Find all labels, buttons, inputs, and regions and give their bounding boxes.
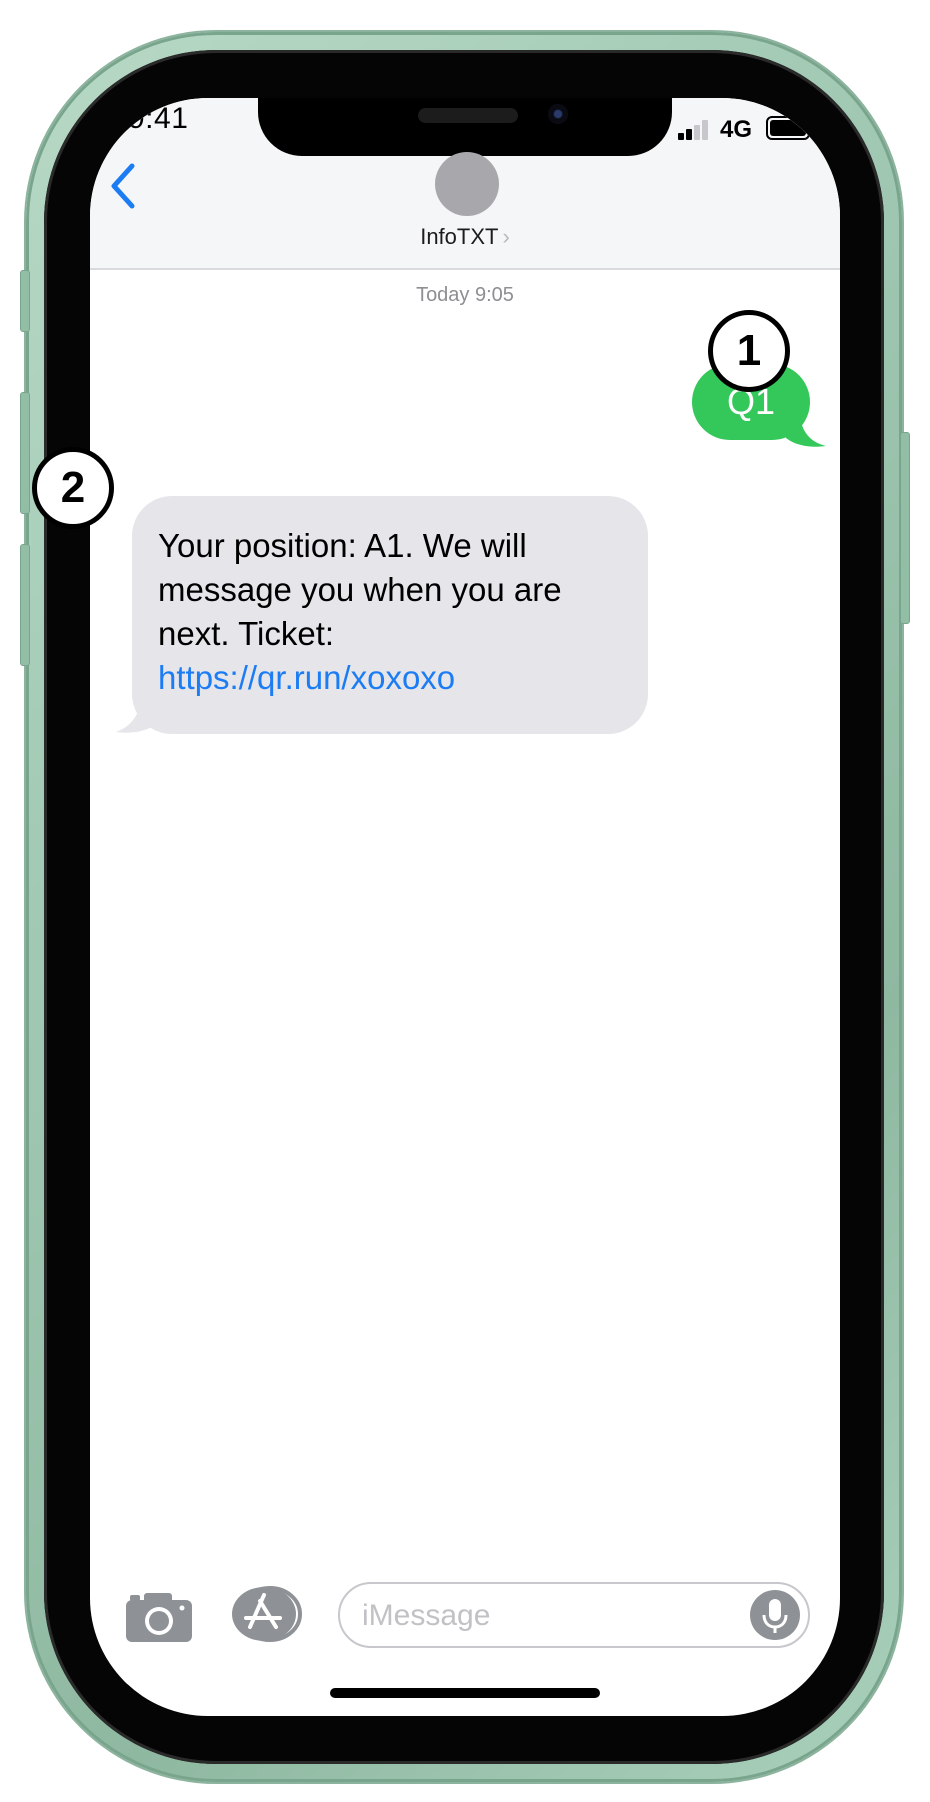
contact-name[interactable]: InfoTXT › [90,224,840,250]
camera-icon[interactable] [124,1590,194,1644]
incoming-message-bubble[interactable]: Your position: A1. We will message you w… [132,496,648,734]
callout-1: 1 [708,310,790,392]
volume-up-button [20,392,30,514]
network-type: 4G [720,116,753,143]
ticket-link[interactable]: https://qr.run/xoxoxo [158,656,622,700]
signal-icon [678,120,712,140]
volume-down-button [20,544,30,666]
message-timestamp: Today 9:05 [416,284,514,306]
mute-switch [20,270,30,332]
home-indicator[interactable] [330,1688,600,1698]
chevron-right-icon: › [502,224,510,249]
avatar-icon[interactable] [435,152,499,216]
callout-2: 2 [32,447,114,529]
imessage-input[interactable] [338,1582,810,1648]
battery-icon [766,116,814,140]
app-store-icon[interactable] [230,1585,308,1643]
front-camera [548,104,568,124]
outgoing-bubble-tail [786,416,826,447]
incoming-message-text: Your position: A1. We will message you w… [158,527,562,652]
incoming-bubble-tail [116,696,156,733]
power-button [900,432,910,624]
earpiece-speaker [418,108,518,123]
message-text-field[interactable] [360,1590,724,1642]
conversation-header: 9:41 4G InfoTXT › [90,98,840,270]
notch [258,98,672,156]
contact-name-label: InfoTXT [420,224,499,249]
microphone-icon[interactable] [750,1590,800,1640]
status-time: 9:41 [128,102,189,135]
back-chevron-icon[interactable] [104,158,144,214]
